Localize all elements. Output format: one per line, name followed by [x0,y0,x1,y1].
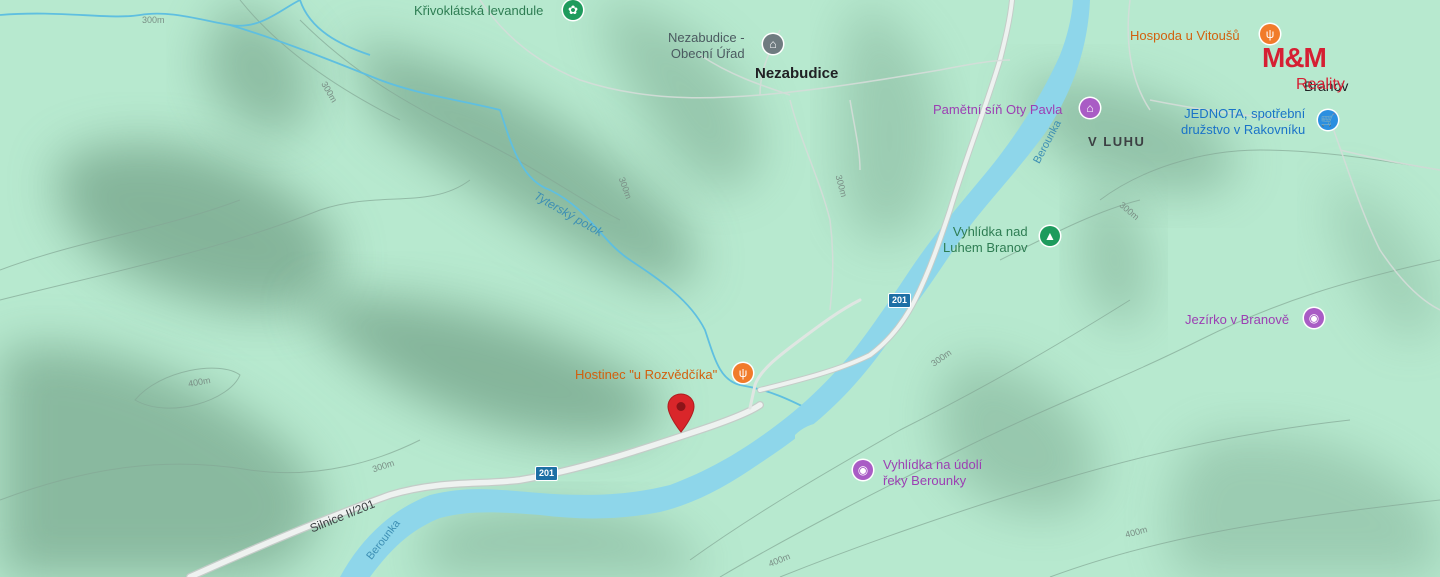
poi-label-line: Vyhlídka nad [952,224,1028,239]
poi-label-levandule[interactable]: Křivoklátská levandule [414,3,543,19]
road-shield: 201 [888,293,912,308]
poi-label-obecni-urad[interactable]: Nezabudice - Obecní Úřad [668,30,745,62]
map-canvas[interactable] [0,0,1440,577]
poi-label-line: JEDNOTA, spotřební [1184,106,1306,121]
brand-logo: M&M Reality [1262,42,1358,96]
poi-label-vyhlidka-luh[interactable]: Vyhlídka nad Luhem Branov [943,224,1028,256]
restaurant-icon[interactable]: ψ [1260,24,1280,44]
poi-label-line: Nezabudice - [668,30,745,45]
poi-label-line: Obecní Úřad [670,46,745,61]
logo-sub-text: Reality [1296,76,1345,93]
camera-icon[interactable]: ◉ [853,460,873,480]
camera-icon[interactable]: ◉ [1304,308,1324,328]
locality-label[interactable]: V LUHU [1088,134,1145,150]
village-label[interactable]: Nezabudice [755,66,838,82]
restaurant-icon[interactable]: ψ [733,363,753,383]
poi-label-hostinec[interactable]: Hostinec "u Rozvědčíka" [575,367,717,383]
contour-label: 300m [142,15,165,25]
location-pin-icon[interactable] [667,393,695,433]
shopping-cart-icon[interactable]: 🛒 [1318,110,1338,130]
poi-label-line: Luhem Branov [943,240,1028,255]
road-shield: 201 [535,466,559,481]
government-building-icon[interactable]: ⌂ [763,34,783,54]
poi-label-line: řeky Berounky [883,473,967,488]
poi-label-jezirko[interactable]: Jezírko v Branově [1185,312,1289,328]
museum-icon[interactable]: ⌂ [1080,98,1100,118]
logo-main-text: M&M [1262,42,1327,73]
poi-label-pametni-sin[interactable]: Pamětní síň Oty Pavla [933,102,1062,118]
poi-label-jednota[interactable]: JEDNOTA, spotřební družstvo v Rakovníku [1181,106,1305,138]
poi-label-hospoda[interactable]: Hospoda u Vitoušů [1130,28,1240,44]
tree-icon[interactable]: ▲ [1040,226,1060,246]
flower-icon[interactable]: ✿ [563,0,583,20]
poi-label-line: Vyhlídka na údolí [883,457,983,472]
poi-label-line: družstvo v Rakovníku [1181,122,1306,137]
poi-label-vyhlidka-udoli[interactable]: Vyhlídka na údolí řeky Berounky [883,457,982,489]
